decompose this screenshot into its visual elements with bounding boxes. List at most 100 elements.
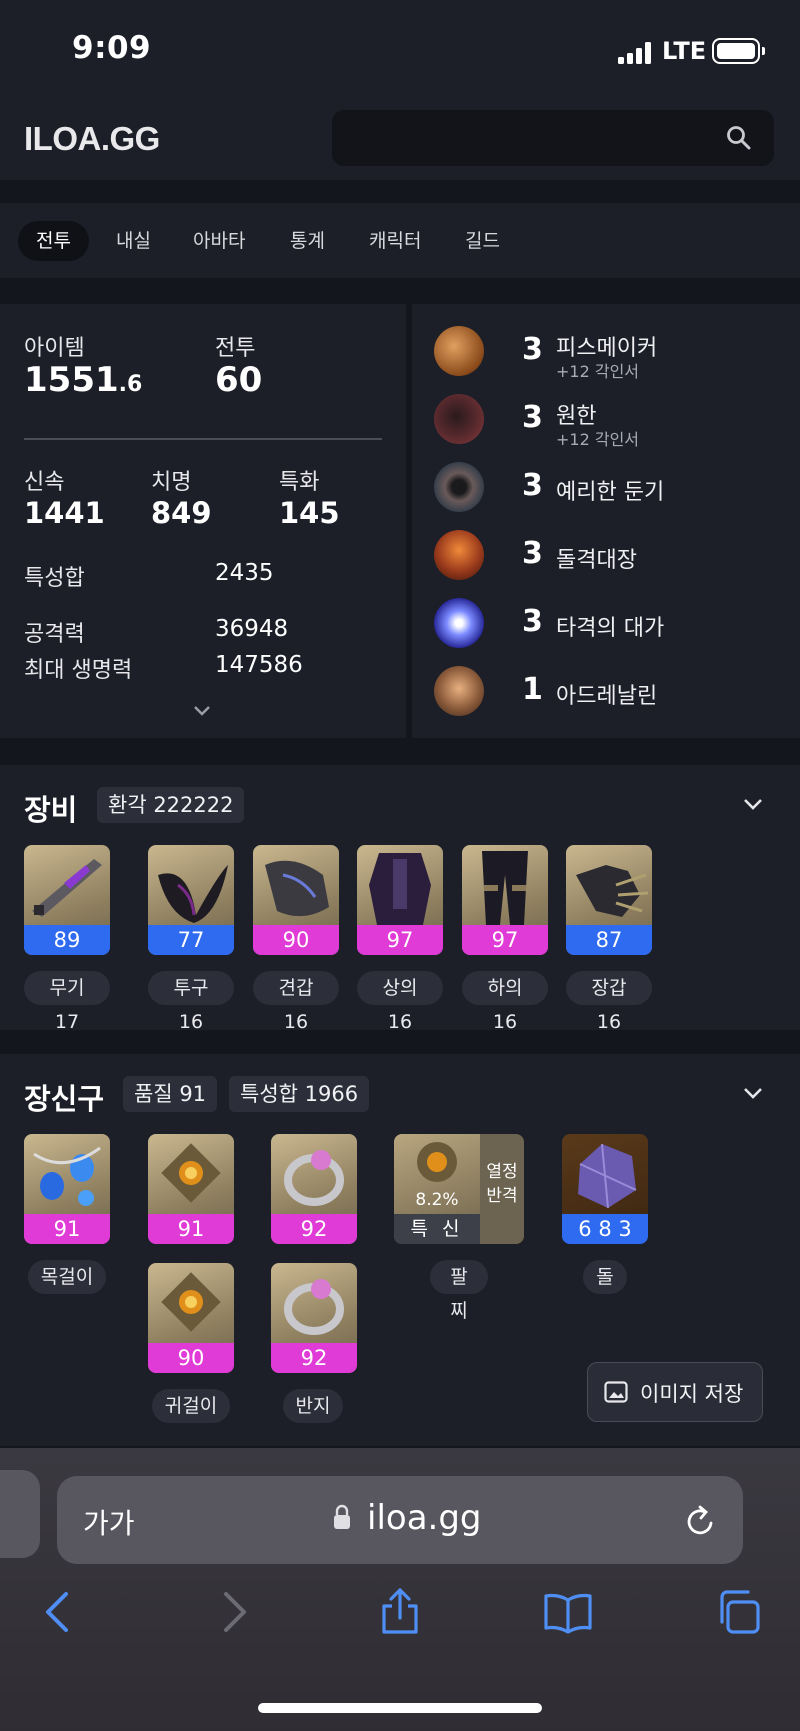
crit-value: 849 [151, 496, 212, 530]
combat-level-value: 60 [215, 360, 263, 400]
section-title: 장비 [24, 793, 78, 827]
gloves-icon [576, 865, 649, 917]
forward-icon[interactable] [208, 1588, 256, 1636]
equipment-label: 상의 16 [357, 971, 443, 1033]
necklace-icon [33, 1146, 101, 1206]
engraving-name: 예리한 둔기 [556, 480, 665, 505]
quality-value: 90 [253, 925, 339, 955]
accessory-earring[interactable]: 91 [148, 1134, 234, 1244]
swift-label: 신속 [24, 470, 65, 495]
engraving-item[interactable]: 3 피스메이커 +12 각인서 [434, 324, 794, 381]
site-logo[interactable]: ILOA.GG [24, 120, 160, 158]
equipment-gloves[interactable]: 87 [566, 845, 652, 955]
hp-label: 최대 생명력 [24, 658, 133, 683]
browser-toolbar: 가가 iloa.gg [0, 1448, 800, 1731]
chevron-down-icon[interactable] [742, 797, 764, 811]
tab-combat[interactable]: 전투 [18, 221, 89, 261]
quality-value: 97 [462, 925, 548, 955]
spec-value: 145 [279, 496, 340, 530]
accessory-ring[interactable]: 92 [271, 1263, 357, 1373]
engraving-name: 아드레날린 [556, 684, 658, 709]
address-bar[interactable]: 가가 iloa.gg [57, 1476, 743, 1564]
earring-icon [161, 1272, 221, 1332]
weapon-icon [32, 859, 102, 917]
attack-label: 공격력 [24, 622, 85, 647]
equipment-label: 장갑 16 [566, 971, 652, 1033]
hp-value: 147586 [215, 652, 303, 678]
accessory-label: 돌 [583, 1260, 627, 1294]
signal-icon [618, 42, 654, 64]
accessory-necklace[interactable]: 91 [24, 1134, 110, 1244]
swift-value: 1441 [24, 496, 105, 530]
quality-value: 90 [148, 1343, 234, 1373]
tab-estate[interactable]: 내실 [98, 221, 169, 261]
divider [24, 438, 382, 440]
bracelet-percent: 8.2% [415, 1190, 459, 1210]
chevron-down-icon[interactable] [742, 1086, 764, 1100]
accessory-ring[interactable]: 92 [271, 1134, 357, 1244]
ring-icon [284, 1150, 344, 1206]
chest-armor-icon [369, 853, 431, 925]
save-image-label: 이미지 저장 [640, 1382, 744, 1406]
app-header: ILOA.GG [0, 100, 800, 180]
quality-value: 87 [566, 925, 652, 955]
network-type: LTE [662, 37, 707, 65]
search-input[interactable] [332, 110, 774, 166]
accessory-earring[interactable]: 90 [148, 1263, 234, 1373]
equipment-shoulder[interactable]: 90 [253, 845, 339, 955]
reader-settings-button[interactable]: 가가 [83, 1502, 135, 1542]
bracelet-effects: 열정 반격 [486, 1162, 518, 1206]
tab-stats[interactable]: 통계 [272, 221, 343, 261]
status-bar: 9:09 LTE [0, 0, 800, 100]
engraving-level: 3 [522, 604, 543, 639]
stone-icon [578, 1143, 637, 1209]
engraving-icon [434, 666, 484, 716]
elixir-badge: 환각 222222 [97, 787, 245, 823]
share-icon[interactable] [376, 1588, 424, 1636]
save-image-button[interactable]: 이미지 저장 [587, 1362, 763, 1422]
expand-chevron-icon[interactable] [192, 704, 212, 718]
equipment-pants[interactable]: 97 [462, 845, 548, 955]
bracelet-stats: 특 신 [394, 1214, 480, 1244]
previous-tab[interactable] [0, 1470, 40, 1558]
spec-label: 특화 [279, 470, 320, 495]
tab-guild[interactable]: 길드 [447, 221, 518, 261]
back-icon[interactable] [36, 1588, 84, 1636]
engraving-sub: +12 각인서 [556, 362, 640, 381]
lock-icon [334, 1504, 350, 1529]
search-icon[interactable] [726, 125, 752, 151]
engraving-item[interactable]: 3 예리한 둔기 [434, 460, 794, 516]
pants-icon [482, 851, 528, 925]
tab-avatar[interactable]: 아바타 [175, 221, 263, 261]
reload-icon[interactable] [685, 1504, 717, 1538]
stone-value: 6 8 3 [562, 1214, 648, 1244]
bookmarks-icon[interactable] [544, 1588, 592, 1636]
engraving-level: 3 [522, 332, 543, 367]
engraving-level: 3 [522, 468, 543, 503]
ring-icon [284, 1279, 344, 1335]
accessory-bracelet[interactable]: 8.2% 특 신 열정 반격 [394, 1134, 524, 1244]
tab-character[interactable]: 캐릭터 [351, 221, 439, 261]
accessory-label: 반지 [283, 1389, 343, 1423]
quality-badge: 품질 91 [123, 1076, 218, 1112]
ability-stone[interactable]: 6 8 3 [562, 1134, 648, 1244]
engraving-item[interactable]: 1 아드레날린 [434, 664, 794, 720]
equipment-chest[interactable]: 97 [357, 845, 443, 955]
tabs-icon[interactable] [714, 1588, 762, 1636]
engraving-item[interactable]: 3 원한 +12 각인서 [434, 392, 794, 449]
status-time: 9:09 [72, 30, 152, 66]
quality-value: 92 [271, 1214, 357, 1244]
stat-total-value: 2435 [215, 560, 274, 586]
crit-label: 치명 [151, 470, 192, 495]
equipment-helmet[interactable]: 77 [148, 845, 234, 955]
engraving-name: 타격의 대가 [556, 616, 665, 641]
section-title: 장신구 [24, 1082, 105, 1116]
quality-value: 89 [24, 925, 110, 955]
url-text[interactable]: iloa.gg [367, 1498, 482, 1538]
engraving-item[interactable]: 3 타격의 대가 [434, 596, 794, 652]
tab-bar: 전투 내실 아바타 통계 캐릭터 길드 [0, 203, 800, 278]
home-indicator [258, 1703, 542, 1713]
engraving-item[interactable]: 3 돌격대장 [434, 528, 794, 584]
equipment-weapon[interactable]: 89 [24, 845, 110, 955]
stat-total-label: 특성합 [24, 566, 85, 591]
